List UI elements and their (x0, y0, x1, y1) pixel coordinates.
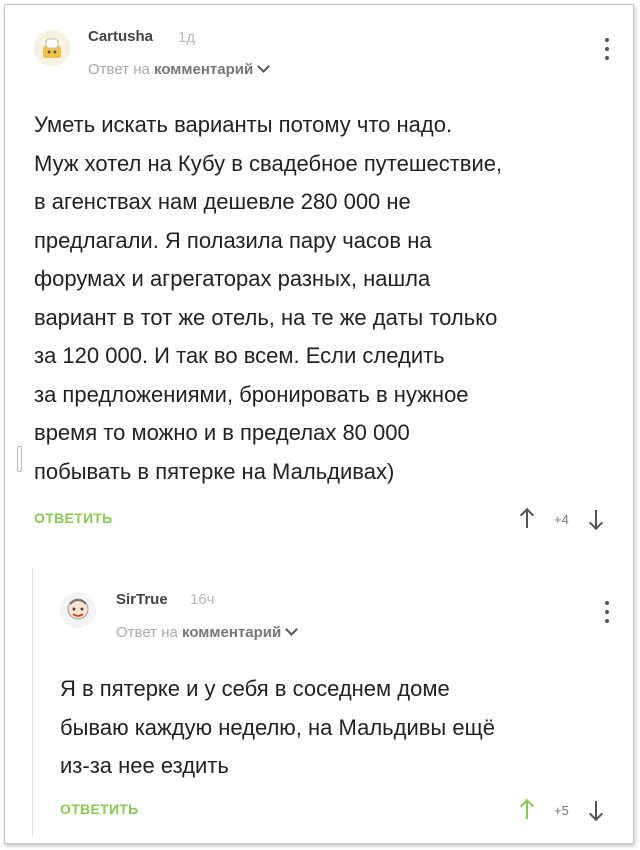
scroll-mark (17, 446, 22, 472)
reply-prefix: Ответ на (88, 61, 150, 78)
more-options-icon[interactable] (604, 38, 610, 60)
reply-target: комментарий (182, 624, 282, 641)
cartoon-avatar-icon (34, 30, 70, 66)
cartoon-avatar-icon (60, 592, 96, 628)
vote-controls: +5 (519, 798, 603, 822)
reply-button[interactable]: ОТВЕТИТЬ (34, 510, 113, 526)
chevron-down-icon (285, 623, 299, 636)
chevron-down-icon (257, 60, 271, 73)
arrow-down-icon[interactable] (588, 799, 603, 822)
avatar[interactable] (34, 30, 70, 66)
comment-body: Я в пятерке и у себя в соседнем доме быв… (60, 676, 495, 778)
arrow-up-icon[interactable] (519, 507, 535, 530)
reply-target: комментарий (154, 61, 254, 78)
vote-score: +5 (554, 802, 569, 818)
author-name[interactable]: SirTrue (116, 591, 168, 608)
author-name[interactable]: Cartusha (88, 28, 153, 45)
thread-line (32, 568, 33, 836)
arrow-down-icon[interactable] (588, 508, 603, 531)
more-options-icon[interactable] (604, 601, 610, 623)
reply-to-comment-link[interactable]: Ответ на комментарий (116, 623, 299, 641)
reply-to-comment-link[interactable]: Ответ на комментарий (88, 60, 271, 78)
reply-button[interactable]: ОТВЕТИТЬ (60, 801, 139, 817)
vote-controls: +4 (519, 507, 603, 531)
comment-time: 16ч (190, 591, 215, 608)
reply-prefix: Ответ на (116, 624, 178, 641)
avatar[interactable] (60, 592, 96, 628)
comment-body: Уметь искать варианты потому что надо. М… (34, 112, 503, 484)
vote-score: +4 (554, 511, 569, 527)
comment-time: 1д (178, 29, 196, 46)
arrow-up-icon[interactable] (519, 798, 535, 821)
